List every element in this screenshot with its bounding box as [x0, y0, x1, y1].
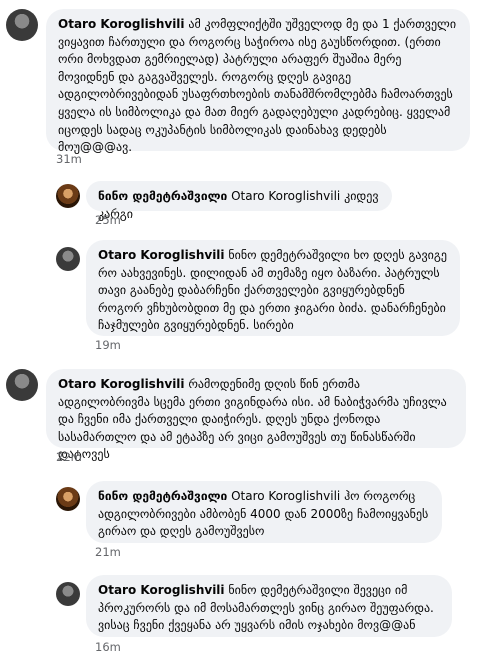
comment-author[interactable]: ნინო დემეტრაშვილი: [98, 189, 227, 203]
comment-timestamp[interactable]: 22m: [56, 450, 82, 464]
comment-author[interactable]: Otaro Koroglishvili: [98, 248, 225, 262]
avatar[interactable]: [6, 369, 38, 401]
comment-author[interactable]: Otaro Koroglishvili: [58, 17, 185, 31]
comment-text: ამ კომფლიქტში უშველოდ მე და 1 ქართველი ვ…: [58, 17, 457, 155]
avatar[interactable]: [56, 487, 80, 511]
avatar[interactable]: [6, 9, 38, 41]
comment-bubble: Otaro Koroglishvili ამ კომფლიქტში უშველო…: [46, 9, 470, 155]
comment-timestamp[interactable]: 25m: [95, 213, 121, 227]
comment-bubble: Otaro Koroglishvili ნინო დემეტრაშვილი შე…: [86, 575, 452, 637]
comment-author[interactable]: Otaro Koroglishvili: [58, 377, 185, 391]
comment-author[interactable]: ნინო დემეტრაშვილი: [98, 489, 227, 503]
avatar[interactable]: [56, 582, 80, 606]
comment-timestamp[interactable]: 21m: [95, 545, 121, 559]
comment-author[interactable]: Otaro Koroglishvili: [98, 583, 225, 597]
comment-bubble: ნინო დემეტრაშვილი Otaro Koroglishvili ჰო…: [86, 481, 442, 543]
comment-bubble: ნინო დემეტრაშვილი Otaro Koroglishvili კი…: [86, 181, 392, 221]
avatar[interactable]: [56, 184, 80, 208]
comment-timestamp[interactable]: 16m: [95, 640, 121, 654]
avatar[interactable]: [56, 247, 80, 271]
comment-bubble: Otaro Koroglishvili რამოდენიმე დღის წინ …: [46, 369, 466, 461]
comment-bubble: Otaro Koroglishvili ნინო დემეტრაშვილი ხო…: [86, 240, 460, 336]
comment-timestamp[interactable]: 19m: [95, 338, 121, 352]
comment-timestamp[interactable]: 31m: [56, 152, 82, 166]
